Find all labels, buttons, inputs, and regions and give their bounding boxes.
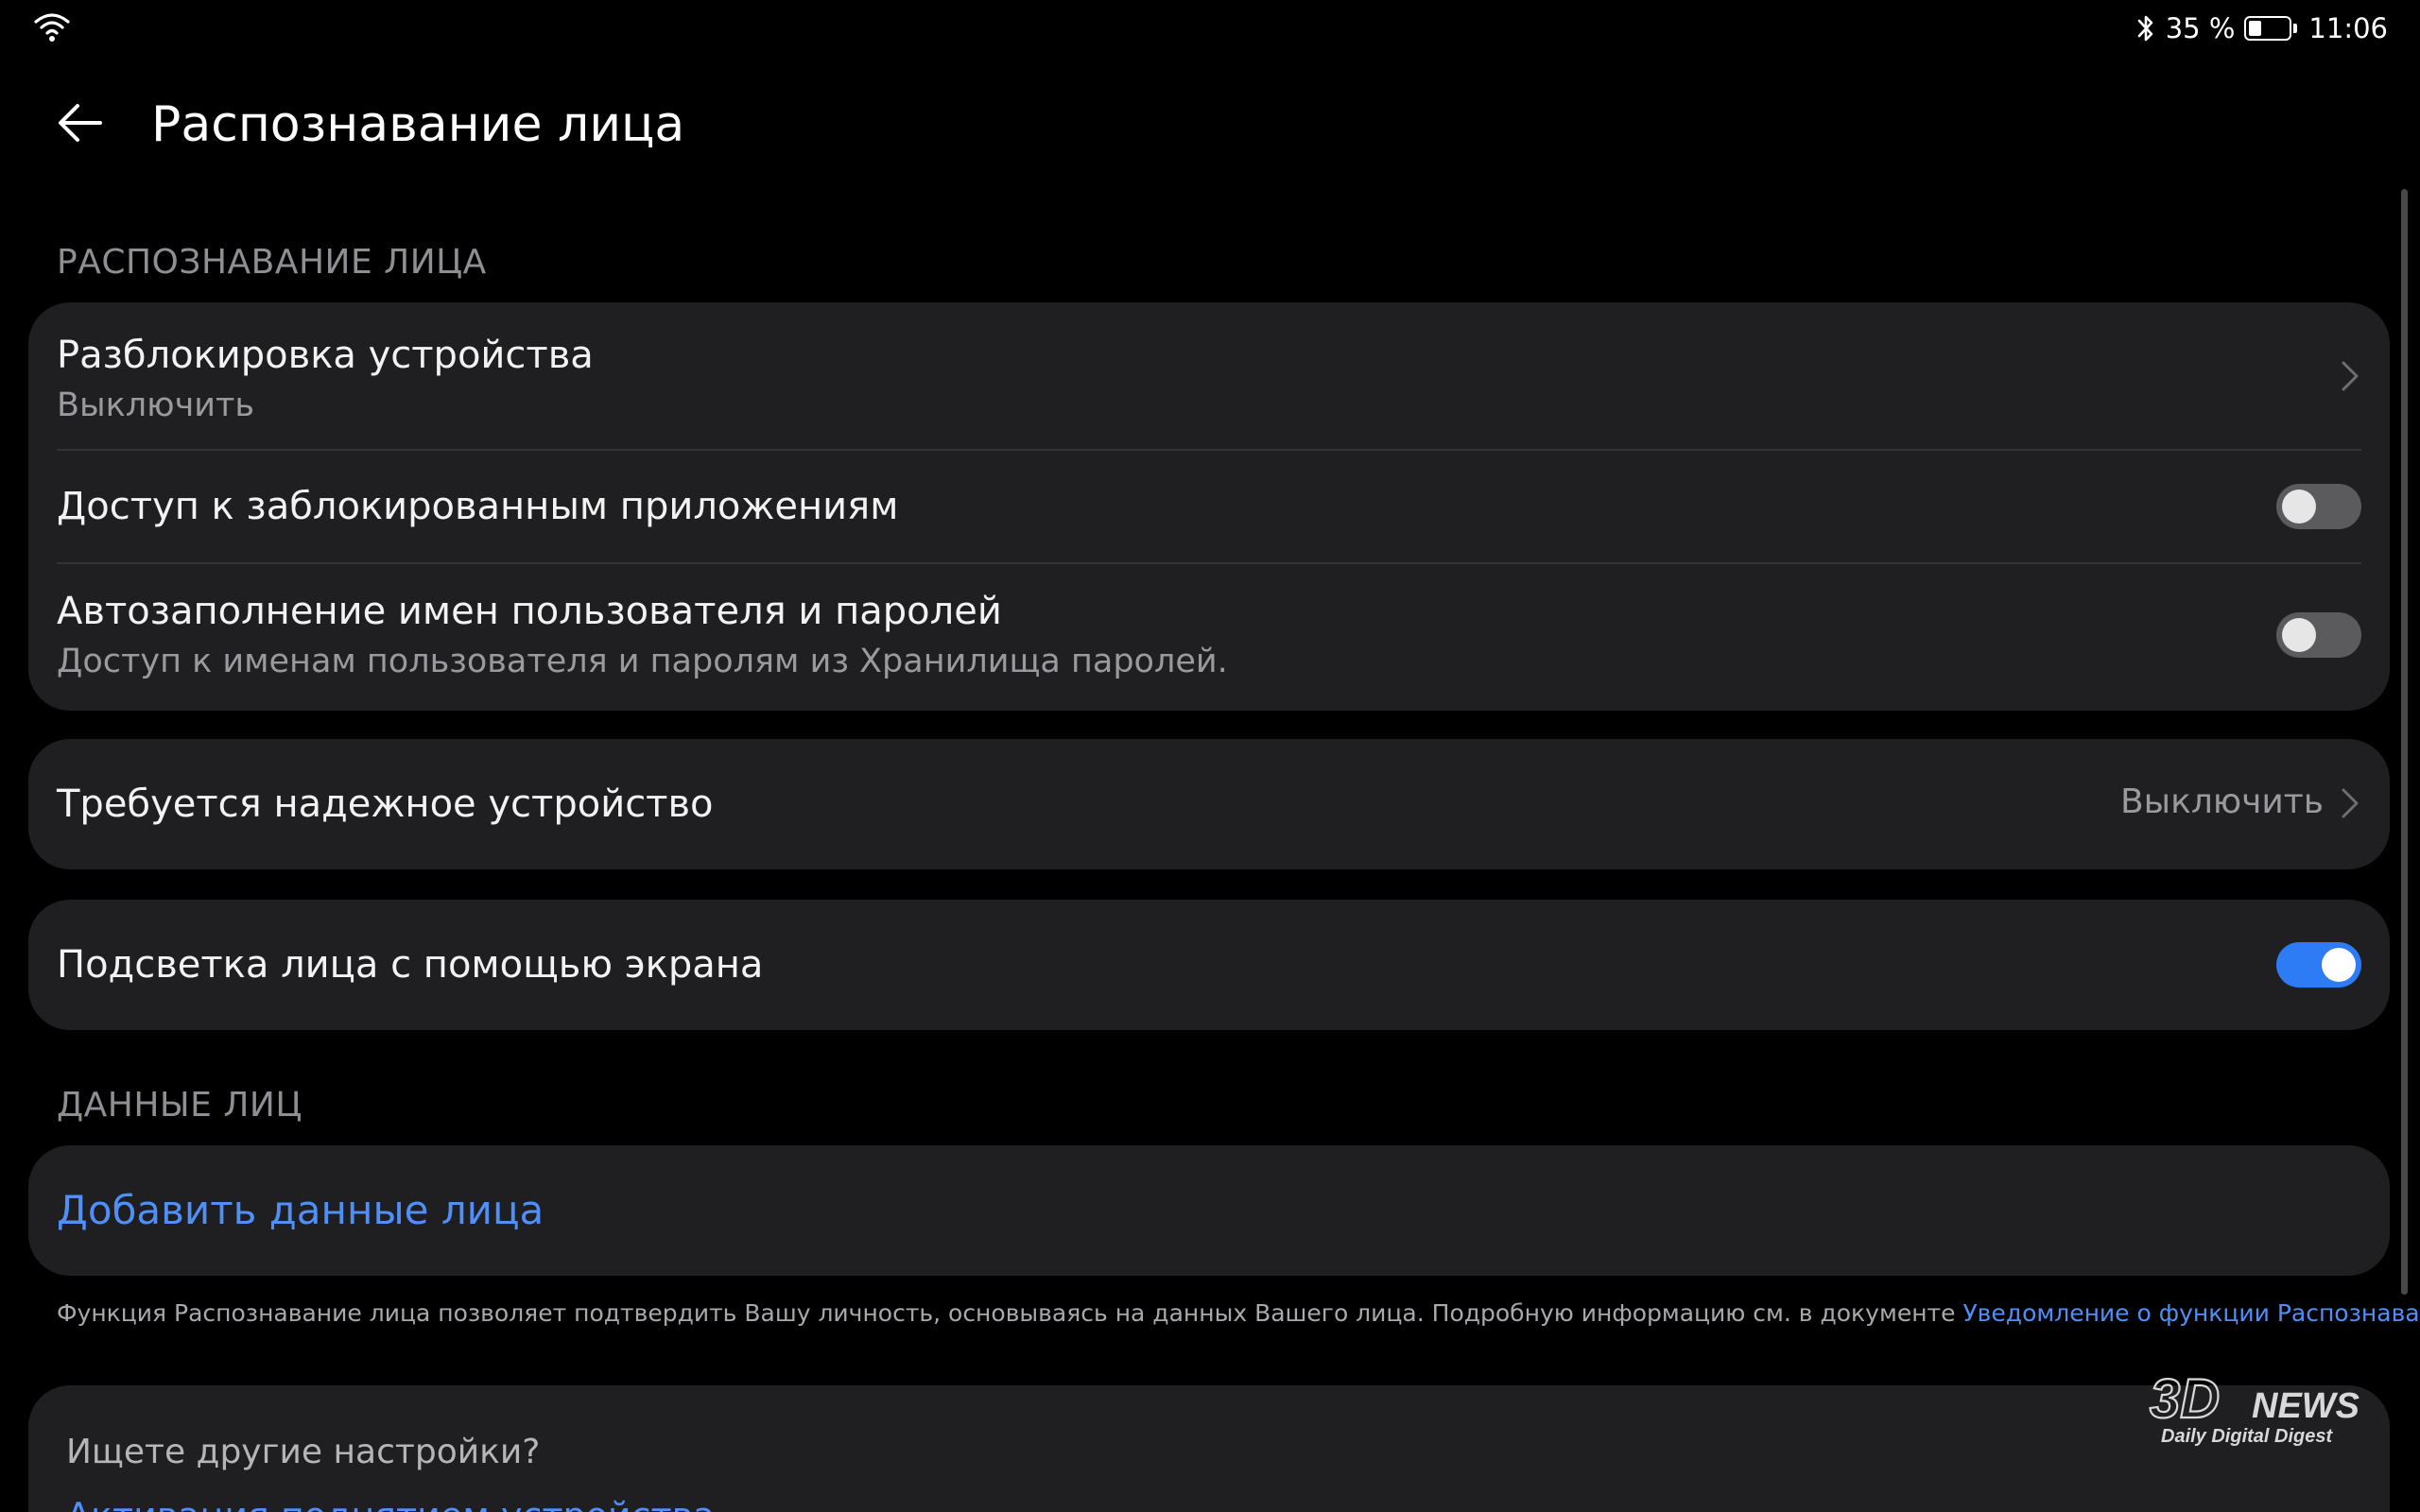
locked-apps-row[interactable]: Доступ к заблокированным приложениям — [28, 451, 2390, 562]
page-title: Распознавание лица — [151, 96, 685, 153]
toggle-knob — [2282, 490, 2316, 524]
autofill-title: Автозаполнение имен пользователя и парол… — [57, 590, 1002, 633]
battery-percent: 35 % — [2165, 12, 2236, 44]
trusted-device-value: Выключить — [2119, 782, 2324, 821]
svg-text:3D: 3D — [2150, 1368, 2220, 1430]
battery-fill — [2249, 21, 2262, 36]
more-settings-card: Ищете другие настройки? Активация поднят… — [28, 1385, 2390, 1512]
screen-light-title: Подсветка лица с помощью экрана — [57, 943, 764, 987]
trusted-device-title: Требуется надежное устройство — [57, 782, 714, 826]
toggle-knob — [2322, 948, 2356, 982]
chevron-right-icon — [2342, 788, 2359, 818]
scrollbar[interactable] — [2401, 189, 2408, 1295]
battery-icon — [2244, 16, 2298, 41]
footnote-text: Функция Распознавание лица позволяет под… — [57, 1299, 1963, 1327]
trusted-device-card[interactable]: Требуется надежное устройство Выключить — [28, 739, 2390, 869]
wifi-icon — [34, 13, 70, 42]
clock: 11:06 — [2308, 12, 2388, 44]
status-bar: 35 % 11:06 — [0, 0, 2420, 57]
screen-light-toggle[interactable] — [2276, 942, 2361, 988]
locked-apps-toggle[interactable] — [2276, 484, 2361, 529]
device-unlock-title: Разблокировка устройства — [57, 334, 594, 377]
status-right: 35 % 11:06 — [2135, 9, 2388, 47]
svg-text:NEWS: NEWS — [2252, 1386, 2360, 1426]
autofill-toggle[interactable] — [2276, 612, 2361, 658]
arrow-left-icon[interactable] — [53, 93, 113, 153]
footnote: Функция Распознавание лица позволяет под… — [57, 1297, 2420, 1331]
autofill-row[interactable]: Автозаполнение имен пользователя и парол… — [28, 564, 2390, 711]
watermark-logo: 3D NEWS Daily Digital Digest — [2149, 1368, 2360, 1447]
section-label-face-data: ДАННЫЕ ЛИЦ — [57, 1086, 302, 1125]
locked-apps-title: Доступ к заблокированным приложениям — [57, 485, 899, 528]
toggle-knob — [2282, 618, 2316, 652]
svg-text:Daily Digital Digest: Daily Digital Digest — [2161, 1426, 2333, 1447]
more-settings-title: Ищете другие настройки? — [66, 1433, 541, 1471]
device-unlock-status: Выключить — [57, 387, 255, 424]
device-unlock-row[interactable]: Разблокировка устройства Выключить — [28, 302, 2390, 450]
screen-light-card: Подсветка лица с помощью экрана — [28, 900, 2390, 1030]
footnote-link[interactable]: Уведомление о функции Распознавание лица — [1962, 1299, 2420, 1327]
add-face-data-card[interactable]: Добавить данные лица — [28, 1145, 2390, 1276]
autofill-subtitle: Доступ к именам пользователя и паролям и… — [57, 643, 1228, 680]
bluetooth-icon — [2137, 15, 2153, 42]
face-recognition-card: Разблокировка устройства Выключить Досту… — [28, 302, 2390, 711]
section-label-face-recognition: РАСПОЗНАВАНИЕ ЛИЦА — [57, 243, 487, 282]
face-recognition-screen: 35 % 11:06 Распознавание лица РАСПОЗНАВА… — [0, 0, 2420, 1512]
more-settings-link[interactable]: Активация поднятием устройства — [66, 1493, 715, 1512]
chevron-right-icon — [2342, 361, 2359, 391]
add-face-data-link[interactable]: Добавить данные лица — [57, 1185, 544, 1236]
